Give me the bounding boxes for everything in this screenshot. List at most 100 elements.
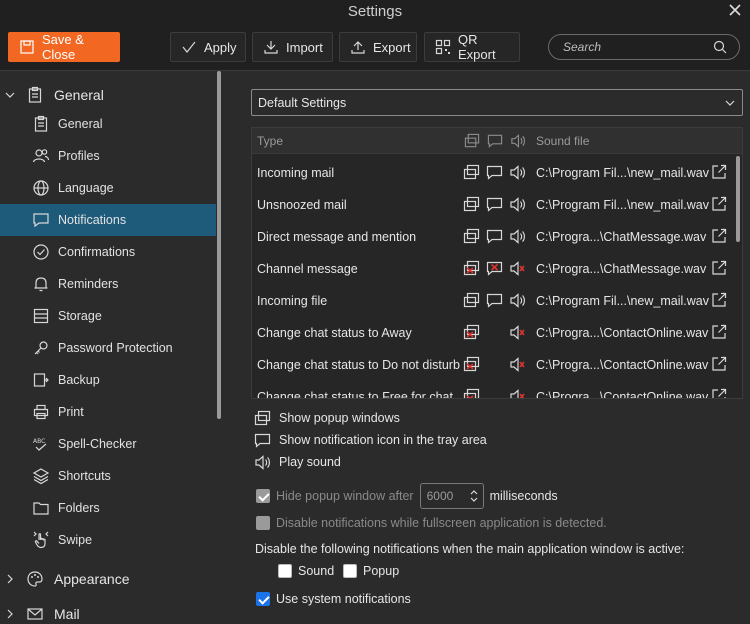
popup-disabled-icon[interactable] <box>463 324 480 341</box>
close-icon[interactable] <box>726 1 744 19</box>
table-row[interactable]: Change chat status to Free for chat C:\Pr… <box>252 380 736 398</box>
popup-enabled-icon[interactable] <box>463 228 480 245</box>
popup-option[interactable]: Popup <box>343 564 399 578</box>
popup-checkbox[interactable] <box>343 564 357 578</box>
sidebar-scrollbar[interactable] <box>217 71 221 419</box>
sound-enabled-icon[interactable] <box>509 292 526 309</box>
column-type[interactable]: Type <box>257 134 283 148</box>
sidebar-group-general[interactable]: General <box>0 81 216 109</box>
popup-enabled-icon[interactable] <box>463 196 480 213</box>
tray-disabled-icon[interactable] <box>486 260 503 277</box>
fullscreen-row: Disable notifications while fullscreen a… <box>256 516 607 530</box>
open-external-icon[interactable] <box>710 387 728 398</box>
tray-enabled-icon[interactable] <box>486 196 503 213</box>
sidebar-item-storage[interactable]: Storage <box>0 300 216 332</box>
sidebar-item-folders[interactable]: Folders <box>0 492 216 524</box>
sidebar-item-label: Folders <box>58 501 100 515</box>
sidebar-item-confirmations[interactable]: Confirmations <box>0 236 216 268</box>
open-external-icon[interactable] <box>710 323 728 341</box>
open-external-icon[interactable] <box>710 227 728 245</box>
popup-disabled-icon[interactable] <box>463 388 480 398</box>
system-notifications-checkbox[interactable] <box>256 592 270 606</box>
sidebar-group-appearance[interactable]: Appearance <box>0 565 216 593</box>
search-input[interactable]: Search <box>548 34 740 60</box>
sidebar-item-notifications[interactable]: Notifications <box>0 204 216 236</box>
notification-type: Incoming file <box>257 294 328 308</box>
sound-disabled-icon[interactable] <box>509 260 526 277</box>
hide-popup-stepper[interactable]: 6000 <box>419 483 484 509</box>
import-label: Import <box>286 39 323 55</box>
table-row[interactable]: Direct message and mention C:\Progra...\C… <box>252 220 736 252</box>
import-button[interactable]: Import <box>252 32 333 62</box>
open-external-icon[interactable] <box>710 291 728 309</box>
system-notifications-row[interactable]: Use system notifications <box>256 592 411 606</box>
sidebar-group-label: Mail <box>54 606 80 622</box>
table-row[interactable]: Incoming file C:\Program Fil...\new_mail.… <box>252 284 736 316</box>
popup-enabled-icon[interactable] <box>463 292 480 309</box>
hide-popup-checkbox[interactable] <box>256 489 270 503</box>
sound-enabled-icon[interactable] <box>509 228 526 245</box>
popup-disabled-icon[interactable] <box>463 260 480 277</box>
popup-column-icon <box>464 133 480 149</box>
fullscreen-checkbox[interactable] <box>256 516 270 530</box>
sidebar-item-spell-checker[interactable]: ABC Spell-Checker <box>0 428 216 460</box>
sidebar-item-shortcuts[interactable]: Shortcuts <box>0 460 216 492</box>
hide-popup-value: 6000 <box>426 489 454 503</box>
title-bar: Settings <box>0 0 750 24</box>
sidebar-item-print[interactable]: Print <box>0 396 216 428</box>
clipboard-icon <box>32 115 50 133</box>
popup-enabled-icon[interactable] <box>463 164 480 181</box>
tray-enabled-icon[interactable] <box>486 164 503 181</box>
table-scrollbar[interactable] <box>736 156 740 242</box>
sound-checkbox[interactable] <box>278 564 292 578</box>
open-external-icon[interactable] <box>710 163 728 181</box>
disable-active-row: Disable the following notifications when… <box>255 542 684 556</box>
export-label: Export <box>373 39 411 55</box>
export-button[interactable]: Export <box>339 32 417 62</box>
sidebar-group-label: General <box>54 87 104 103</box>
table-row[interactable]: Change chat status to Away C:\Progra...\C… <box>252 316 736 348</box>
sound-column-icon <box>510 133 526 149</box>
sidebar-item-general[interactable]: General <box>0 108 216 140</box>
table-row[interactable]: Unsnoozed mail C:\Program Fil...\new_mail… <box>252 188 736 220</box>
sidebar-item-backup[interactable]: Backup <box>0 364 216 396</box>
sound-file: C:\Program Fil...\new_mail.wav <box>536 294 709 308</box>
open-external-icon[interactable] <box>710 355 728 373</box>
sound-enabled-icon[interactable] <box>509 164 526 181</box>
sidebar-item-label: Spell-Checker <box>58 437 137 451</box>
storage-icon <box>32 307 50 325</box>
table-row[interactable]: Incoming mail C:\Program Fil...\new_mail.… <box>252 156 736 188</box>
table-row[interactable]: Channel message C:\Progra...\ChatMessage.… <box>252 252 736 284</box>
sidebar-group-mail[interactable]: Mail <box>0 600 216 624</box>
column-sound-file[interactable]: Sound file <box>536 134 589 148</box>
table-row[interactable]: Change chat status to Do not disturb C:\P… <box>252 348 736 380</box>
sidebar-item-password-protection[interactable]: Password Protection <box>0 332 216 364</box>
check-circle-icon <box>32 243 50 261</box>
sidebar-item-profiles[interactable]: Profiles <box>0 140 216 172</box>
apply-button[interactable]: Apply <box>170 32 246 62</box>
sound-disabled-icon[interactable] <box>509 324 526 341</box>
save-close-button[interactable]: Save & Close <box>8 32 120 62</box>
sound-disabled-icon[interactable] <box>509 388 526 398</box>
profile-select[interactable]: Default Settings <box>251 89 743 116</box>
sidebar-item-language[interactable]: Language <box>0 172 216 204</box>
sound-option[interactable]: Sound <box>278 564 334 578</box>
popup-disabled-icon[interactable] <box>463 356 480 373</box>
qr-export-button[interactable]: QR Export <box>424 32 520 62</box>
open-external-icon[interactable] <box>710 259 728 277</box>
apply-label: Apply <box>204 39 237 55</box>
sidebar-item-reminders[interactable]: Reminders <box>0 268 216 300</box>
tray-enabled-icon[interactable] <box>486 292 503 309</box>
sidebar-item-label: Profiles <box>58 149 100 163</box>
sound-disabled-icon[interactable] <box>509 356 526 373</box>
chevron-down-icon <box>4 89 16 101</box>
open-external-icon[interactable] <box>710 195 728 213</box>
sidebar-group-label: Appearance <box>54 571 130 587</box>
export-icon <box>350 39 366 55</box>
sound-checkbox-label: Sound <box>298 564 335 578</box>
sidebar-item-label: Password Protection <box>58 341 173 355</box>
legend-sound-label: Play sound <box>279 455 341 469</box>
sound-enabled-icon[interactable] <box>509 196 526 213</box>
sidebar-item-swipe[interactable]: Swipe <box>0 524 216 556</box>
tray-enabled-icon[interactable] <box>486 228 503 245</box>
